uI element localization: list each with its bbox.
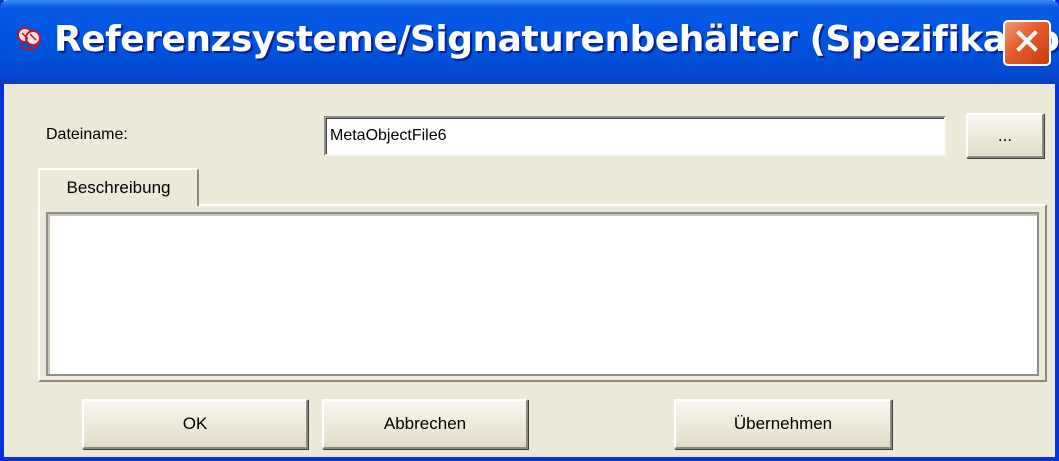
browse-button[interactable]: ... <box>966 113 1044 158</box>
close-button[interactable] <box>1003 20 1051 66</box>
apply-button[interactable]: Übernehmen <box>674 399 892 449</box>
cancel-button[interactable]: Abbrechen <box>322 399 528 449</box>
dialog-window: Referenzsysteme/Signaturenbehälter (Spez… <box>0 0 1059 461</box>
filename-label: Dateiname: <box>46 126 128 143</box>
window-title: Referenzsysteme/Signaturenbehälter (Spez… <box>54 19 1059 60</box>
title-bar[interactable]: Referenzsysteme/Signaturenbehälter (Spez… <box>0 0 1059 84</box>
description-textarea[interactable] <box>46 212 1039 376</box>
description-panel <box>38 204 1047 382</box>
ok-button[interactable]: OK <box>82 399 308 449</box>
app-icon <box>14 24 44 54</box>
tab-beschreibung[interactable]: Beschreibung <box>38 168 199 206</box>
close-icon <box>1014 28 1040 59</box>
filename-input[interactable] <box>324 116 946 156</box>
